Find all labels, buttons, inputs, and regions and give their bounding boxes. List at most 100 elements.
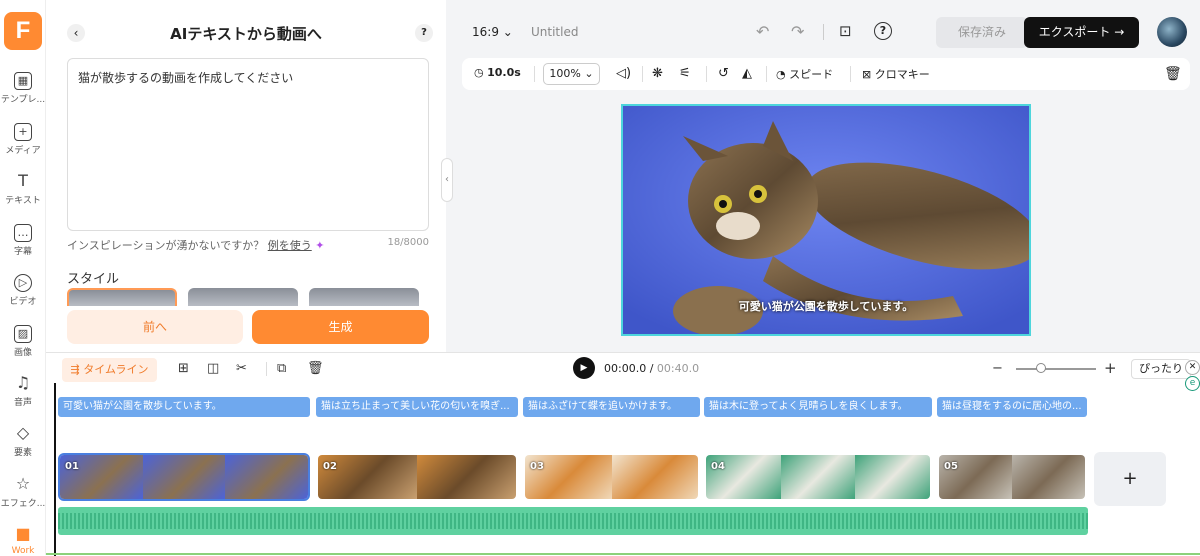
rail-label: 字幕 [13,247,32,257]
duration-control[interactable]: ◷ 10.0s [474,66,521,79]
rail-item-subtitle[interactable]: … 字幕 [0,224,46,257]
zoom-out-icon[interactable]: − [992,361,1003,376]
split-icon[interactable]: ◫ [207,361,219,376]
rail-label: 画像 [13,348,32,358]
sparkle-icon: ✦ [315,239,325,252]
screen-record-icon[interactable]: ⊡ [839,22,852,40]
rail-item-text[interactable]: T テキスト [0,173,46,207]
preview-caption: 可愛い猫が公園を散歩しています。 [738,300,914,313]
rail-item-media[interactable]: + メディア [0,123,46,156]
generate-button[interactable]: 生成 [252,310,429,344]
current-time: 00:00.0 [604,362,647,375]
video-clip[interactable]: 03 [523,453,700,501]
close-icon[interactable]: ✕ [1185,360,1200,375]
ai-text-to-video-panel: AIテキストから動画へ ‹ ? 猫が散歩するの動画を作成してください インスピレ… [47,0,445,352]
playhead[interactable] [54,383,56,556]
prompt-textarea[interactable]: 猫が散歩するの動画を作成してください [67,58,429,231]
rail-label: テンプレ... [0,95,46,105]
help-circle-icon[interactable]: ? [874,22,892,40]
divider [706,66,707,82]
style-option-3[interactable] [309,288,419,306]
edge-icon[interactable]: e [1185,376,1200,391]
music-icon: ♫ [15,373,31,392]
clip-number: 01 [65,461,79,472]
saved-button[interactable]: 保存済み [936,17,1028,48]
clip-toolbar: ◷ 10.0s 100% ⌄ ◁) ❋ ⚟ ↺ ◭ ◔ スピード ⊠ クロマキー… [462,58,1190,90]
inspiration-text: インスピレーションが湧かないですか？ [67,239,265,252]
zoom-slider-handle[interactable] [1036,363,1046,373]
add-clip-icon[interactable]: ⊞ [178,361,189,376]
scissors-icon[interactable]: ✂ [236,361,247,376]
total-time: 00:40.0 [656,362,700,375]
zoom-value: 100% [549,67,581,80]
back-chevron-icon[interactable]: ‹ [67,24,85,42]
duplicate-icon[interactable]: ⧉ [277,361,286,376]
arrow-right-icon: → [1114,25,1125,39]
project-name[interactable]: Untitled [531,25,578,39]
style-option-2[interactable] [188,288,298,306]
template-icon: ▦ [14,72,32,90]
chroma-key-button[interactable]: ⊠ クロマキー [862,66,930,82]
zoom-in-icon[interactable]: + [1104,359,1117,377]
char-count: 18/8000 [387,237,429,248]
video-clip[interactable]: 05 [937,453,1087,501]
collapse-panel-handle[interactable]: ‹ [441,158,453,202]
adjust-sliders-icon[interactable]: ⚟ [679,66,691,81]
zoom-select[interactable]: 100% ⌄ [543,63,600,85]
inspiration-hint: インスピレーションが湧かないですか？ 例を使う ✦ [67,237,324,253]
timeline-zoom-slider[interactable] [1016,368,1096,370]
use-example-link[interactable]: 例を使う [268,239,312,252]
delete-icon[interactable]: 🗑 [307,361,324,376]
caption-segment[interactable]: 猫は立ち止まって美しい花の匂いを嗅ぎ... [316,397,518,417]
trash-icon[interactable]: 🗑 [1164,66,1182,82]
add-clip-button[interactable]: + [1094,452,1166,506]
rail-item-effects[interactable]: ☆ エフェク... [0,474,46,510]
rail-item-video[interactable]: ▷ ビデオ [0,274,46,307]
rail-label: 音声 [13,398,32,408]
timeline-icon: ⇶ [70,363,80,376]
flip-icon[interactable]: ◭ [742,66,752,81]
speed-button[interactable]: ◔ スピード [776,66,833,82]
panel-title: AIテキストから動画へ [170,25,322,43]
audio-waveform [58,513,1088,529]
caption-segment[interactable]: 猫は木に登ってよく見晴らしを良くします。 [704,397,932,417]
media-add-icon: + [14,123,32,141]
rail-item-audio[interactable]: ♫ 音声 [0,373,46,409]
image-icon: ▨ [14,325,32,343]
app-logo[interactable]: F [4,12,42,50]
video-clip[interactable]: 04 [704,453,932,501]
volume-icon[interactable]: ◁) [616,66,631,81]
audio-track[interactable] [58,507,1088,535]
style-option-1[interactable] [67,288,177,306]
undo-icon[interactable]: ↶ [756,22,769,41]
caption-segment[interactable]: 猫はふざけて蝶を追いかけます。 [523,397,700,417]
rail-item-elements[interactable]: ◇ 要素 [0,425,46,459]
color-filter-icon[interactable]: ❋ [652,66,663,81]
caption-segment[interactable]: 可愛い猫が公園を散歩しています。 [58,397,310,417]
rotate-icon[interactable]: ↺ [718,66,729,81]
video-clip[interactable]: 01 [58,453,310,501]
rail-item-image[interactable]: ▨ 画像 [0,325,46,358]
clip-number: 05 [944,461,958,472]
rail-item-template[interactable]: ▦ テンプレ... [0,72,46,105]
subtitle-icon: … [14,224,32,242]
divider [642,66,643,82]
redo-icon[interactable]: ↷ [791,22,804,41]
divider [823,24,824,40]
play-button[interactable]: ▶ [573,357,595,379]
help-icon[interactable]: ? [415,24,433,42]
export-button[interactable]: エクスポート → [1024,17,1139,48]
fit-button[interactable]: ぴったり [1131,359,1191,379]
effects-icon: ☆ [15,474,31,493]
video-clip[interactable]: 02 [316,453,518,501]
style-label: スタイル [67,272,120,287]
divider [266,362,267,376]
caption-segment[interactable]: 猫は昼寝をするのに居心地の... [937,397,1087,417]
tab-timeline[interactable]: ⇶ タイムライン [62,358,157,382]
rail-item-work[interactable]: ■ Work [0,526,46,556]
aspect-ratio-select[interactable]: 16:9 ⌄ [472,25,513,39]
divider [850,66,851,82]
prev-button[interactable]: 前へ [67,310,243,344]
avatar[interactable] [1157,17,1187,47]
video-preview[interactable]: 可愛い猫が公園を散歩しています。 [621,104,1031,336]
